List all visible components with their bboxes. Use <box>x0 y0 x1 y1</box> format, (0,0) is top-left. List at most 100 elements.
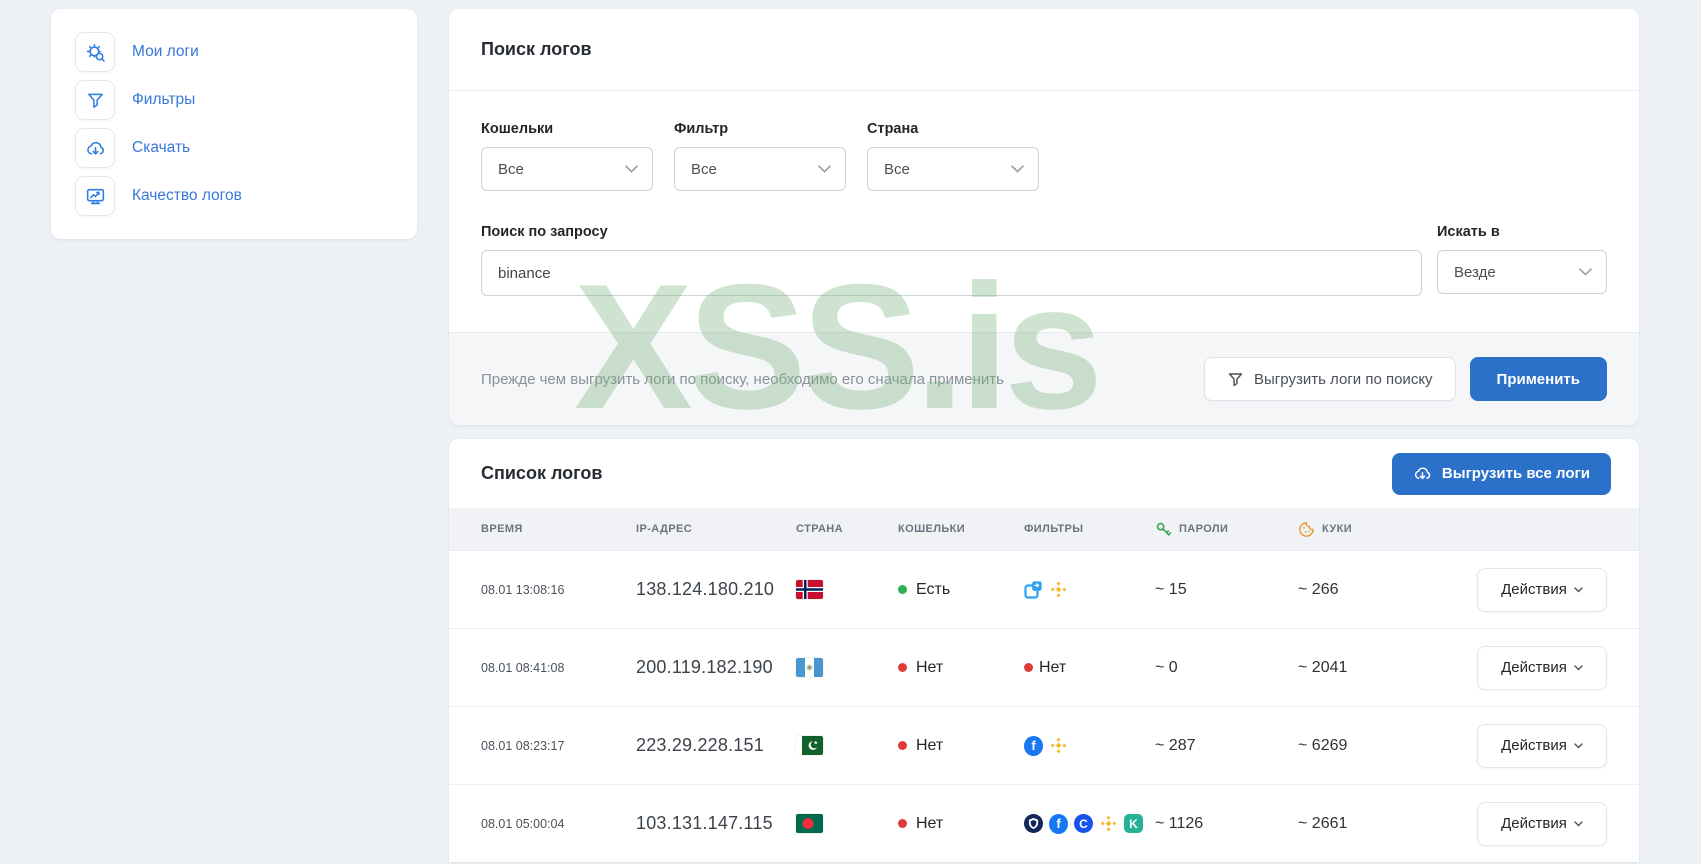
wallets-status-label: Нет <box>916 736 944 754</box>
flag-guatemala-icon <box>796 658 898 677</box>
binance-icon <box>1100 815 1117 832</box>
kucoin-icon: K <box>1124 814 1143 833</box>
wallets-status: Нет <box>898 659 1024 677</box>
export-all-logs-button[interactable]: Выгрузить все логи <box>1391 452 1611 495</box>
search-panel-header: Поиск логов <box>449 9 1639 91</box>
col-ip: IP-АДРЕС <box>636 523 693 535</box>
search-panel: Поиск логов Кошельки Все Фильтр Все Стра… <box>449 9 1639 425</box>
cookie-icon <box>1299 521 1314 537</box>
filter-filter-label: Фильтр <box>674 121 729 137</box>
chevron-down-icon <box>1011 165 1024 173</box>
wallets-status: Есть <box>898 581 1024 599</box>
actions-cell: Действия <box>1477 645 1607 690</box>
sidebar-item-download[interactable]: Скачать <box>75 128 393 168</box>
filters-status: Нет <box>1024 659 1155 677</box>
flag-bangladesh-icon <box>796 814 898 833</box>
row-actions-button[interactable]: Действия <box>1477 723 1607 768</box>
row-actions-label: Действия <box>1501 815 1567 832</box>
chevron-down-icon <box>1574 664 1583 670</box>
filter-selects-row: Кошельки Все Фильтр Все Страна Все <box>481 121 1607 191</box>
filter-filter-value: Все <box>691 160 717 178</box>
row-actions-label: Действия <box>1501 737 1567 754</box>
search-panel-body: Кошельки Все Фильтр Все Страна Все Поиск… <box>449 91 1639 332</box>
monitor-chart-icon <box>75 176 115 216</box>
wallets-status: Нет <box>898 737 1024 755</box>
chevron-down-icon <box>1574 586 1583 592</box>
cookies-count: ~ 2041 <box>1298 658 1348 676</box>
search-panel-footer: Прежде чем выгрузить логи по поиску, нео… <box>449 332 1639 425</box>
export-by-search-label: Выгрузить логи по поиску <box>1254 370 1433 388</box>
col-filters: ФИЛЬТРЫ <box>1024 523 1084 535</box>
status-dot-red <box>1024 663 1033 672</box>
country-filter-label: Страна <box>867 121 919 137</box>
table-row: 08.01 05:00:04 103.131.147.115 Нет f C K… <box>449 784 1639 862</box>
wallets-filter-value: Все <box>498 160 524 178</box>
wallets-filter-label: Кошельки <box>481 121 554 137</box>
log-time: 08.01 05:00:04 <box>481 816 565 831</box>
table-row: 08.01 13:08:16 138.124.180.210 Есть ~ 15… <box>449 550 1639 628</box>
log-time: 08.01 13:08:16 <box>481 582 565 597</box>
chevron-down-icon <box>818 165 831 173</box>
sidebar-item-label: Скачать <box>132 139 191 156</box>
row-actions-button[interactable]: Действия <box>1477 801 1607 846</box>
row-actions-label: Действия <box>1501 659 1567 676</box>
query-row: Поиск по запросу Искать в Везде <box>481 224 1607 296</box>
col-country: СТРАНА <box>796 523 843 535</box>
sidebar-item-filters[interactable]: Фильтры <box>75 80 393 120</box>
cookies-count: ~ 266 <box>1298 580 1339 598</box>
search-footer-actions: Выгрузить логи по поиску Применить <box>1204 357 1607 401</box>
passwords-count: ~ 15 <box>1155 580 1187 598</box>
actions-cell: Действия <box>1477 801 1607 846</box>
country-filter-select[interactable]: Все <box>867 147 1039 191</box>
facebook-icon: f <box>1024 735 1043 756</box>
cloud-download-icon <box>75 128 115 168</box>
chevron-down-icon <box>1574 742 1583 748</box>
chevron-down-icon <box>1574 820 1583 826</box>
apply-button-label: Применить <box>1496 370 1580 388</box>
status-dot-red <box>898 741 907 750</box>
query-label: Поиск по запросу <box>481 224 608 240</box>
export-by-search-button[interactable]: Выгрузить логи по поиску <box>1204 357 1456 401</box>
row-actions-button[interactable]: Действия <box>1477 567 1607 612</box>
search-in-select[interactable]: Везде <box>1437 250 1607 294</box>
filters-icons: f <box>1024 735 1155 756</box>
apply-button[interactable]: Применить <box>1469 357 1607 401</box>
passwords-count: ~ 0 <box>1155 658 1178 676</box>
coinbase-icon: C <box>1074 814 1093 833</box>
logs-list-panel: Список логов Выгрузить все логи ВРЕМЯ IP… <box>449 439 1639 862</box>
funnel-icon <box>1228 372 1243 386</box>
key-icon <box>1156 522 1172 536</box>
passwords-count: ~ 287 <box>1155 736 1196 754</box>
row-actions-label: Действия <box>1501 581 1567 598</box>
sidebar-item-log-quality[interactable]: Качество логов <box>75 176 393 216</box>
sidebar-item-label: Качество логов <box>132 187 242 204</box>
wallets-status-label: Есть <box>916 580 951 598</box>
logs-table-header: ВРЕМЯ IP-АДРЕС СТРАНА КОШЕЛЬКИ ФИЛЬТРЫ П… <box>449 508 1639 550</box>
logs-search-icon <box>75 32 115 72</box>
col-passwords-label: ПАРОЛИ <box>1179 523 1229 535</box>
filters-icons: f C K <box>1024 813 1155 834</box>
wallets-status: Нет <box>898 815 1024 833</box>
log-ip: 223.29.228.151 <box>636 735 764 755</box>
search-panel-title: Поиск логов <box>481 39 592 59</box>
passwords-count: ~ 1126 <box>1155 814 1204 832</box>
search-in-value: Везде <box>1454 263 1496 281</box>
sidebar-item-my-logs[interactable]: Мои логи <box>75 32 393 72</box>
col-cookies-label: КУКИ <box>1322 523 1353 535</box>
chevron-down-icon <box>625 165 638 173</box>
log-time: 08.01 08:41:08 <box>481 660 565 675</box>
cookies-count: ~ 6269 <box>1298 736 1348 754</box>
country-filter-field: Страна Все <box>867 121 1039 191</box>
log-ip: 103.131.147.115 <box>636 813 773 833</box>
flag-pakistan-icon <box>796 736 898 755</box>
wallets-filter-select[interactable]: Все <box>481 147 653 191</box>
search-query-input[interactable] <box>481 250 1422 296</box>
status-dot-red <box>898 819 907 828</box>
facebook-icon: f <box>1049 813 1068 834</box>
wallets-filter-field: Кошельки Все <box>481 121 653 191</box>
table-row: 08.01 08:41:08 200.119.182.190 Нет Нет ~… <box>449 628 1639 706</box>
apply-notice-text: Прежде чем выгрузить логи по поиску, нео… <box>481 370 1004 388</box>
row-actions-button[interactable]: Действия <box>1477 645 1607 690</box>
filter-filter-select[interactable]: Все <box>674 147 846 191</box>
search-in-field: Искать в Везде <box>1437 224 1607 296</box>
